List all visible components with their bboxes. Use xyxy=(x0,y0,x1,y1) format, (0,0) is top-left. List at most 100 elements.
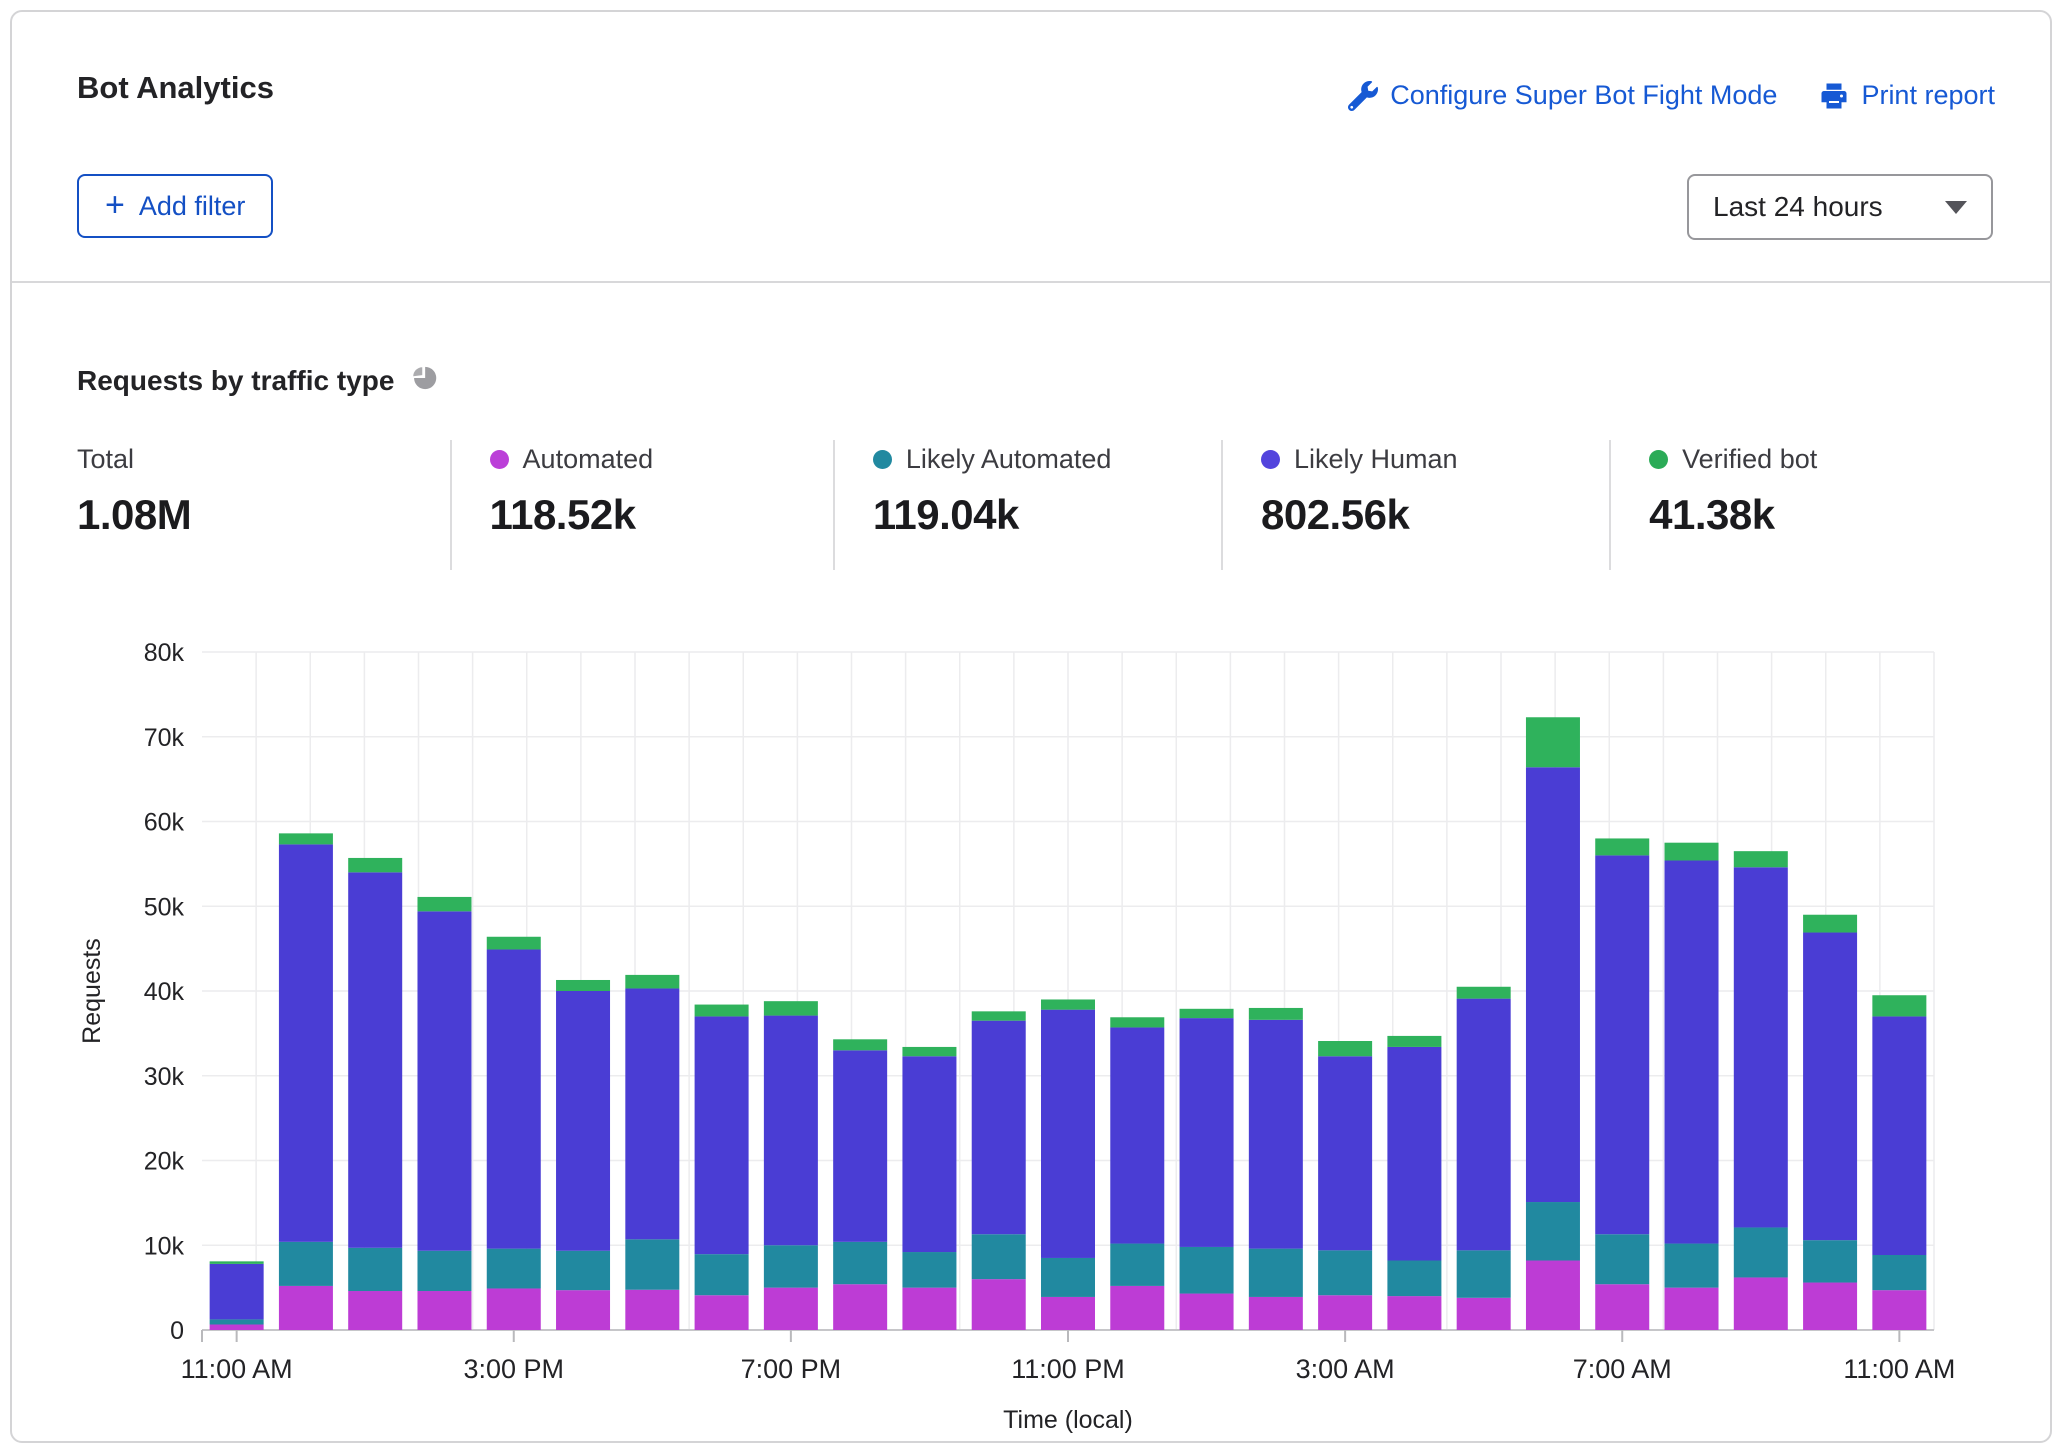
bar-3-00-am[interactable] xyxy=(1318,1041,1372,1330)
bar-11-00-pm[interactable] xyxy=(1041,999,1095,1330)
bar-segment-verified-bot[interactable] xyxy=(556,980,610,991)
bar-segment-likely-automated[interactable] xyxy=(1803,1240,1857,1282)
bar-segment-automated[interactable] xyxy=(1665,1288,1719,1330)
bar-9-00-am[interactable] xyxy=(1734,851,1788,1330)
stat-verified-bot[interactable]: Verified bot41.38k xyxy=(1609,440,2010,570)
bar-segment-verified-bot[interactable] xyxy=(417,897,471,911)
bar-segment-automated[interactable] xyxy=(1734,1277,1788,1330)
bar-segment-verified-bot[interactable] xyxy=(1387,1036,1441,1047)
bar-segment-verified-bot[interactable] xyxy=(1457,987,1511,999)
bar-segment-verified-bot[interactable] xyxy=(279,833,333,844)
bar-segment-automated[interactable] xyxy=(210,1324,264,1330)
bar-segment-likely-automated[interactable] xyxy=(348,1248,402,1291)
bar-segment-likely-automated[interactable] xyxy=(1318,1250,1372,1295)
bar-segment-automated[interactable] xyxy=(972,1279,1026,1330)
bar-segment-automated[interactable] xyxy=(695,1295,749,1330)
bar-segment-automated[interactable] xyxy=(1526,1261,1580,1330)
bar-segment-verified-bot[interactable] xyxy=(625,975,679,989)
bar-segment-likely-automated[interactable] xyxy=(279,1242,333,1286)
bar-segment-likely-automated[interactable] xyxy=(210,1319,264,1324)
bar-segment-automated[interactable] xyxy=(902,1288,956,1330)
bar-segment-likely-automated[interactable] xyxy=(1734,1227,1788,1277)
bar-segment-verified-bot[interactable] xyxy=(210,1261,264,1264)
bar-12-00-am[interactable] xyxy=(1110,1017,1164,1330)
bar-segment-likely-human[interactable] xyxy=(210,1264,264,1320)
bar-segment-automated[interactable] xyxy=(1387,1296,1441,1330)
bar-8-00-pm[interactable] xyxy=(833,1039,887,1330)
bar-segment-verified-bot[interactable] xyxy=(1318,1041,1372,1056)
bar-segment-likely-human[interactable] xyxy=(972,1021,1026,1235)
bar-segment-automated[interactable] xyxy=(625,1290,679,1330)
bar-segment-likely-automated[interactable] xyxy=(972,1234,1026,1279)
bar-segment-automated[interactable] xyxy=(764,1288,818,1330)
bar-2-00-pm[interactable] xyxy=(417,897,471,1330)
bar-segment-verified-bot[interactable] xyxy=(1665,843,1719,861)
bar-segment-likely-human[interactable] xyxy=(1041,1010,1095,1258)
print-report-link[interactable]: Print report xyxy=(1819,80,1995,111)
bar-segment-likely-human[interactable] xyxy=(1249,1020,1303,1249)
bar-segment-verified-bot[interactable] xyxy=(902,1047,956,1056)
bar-segment-likely-automated[interactable] xyxy=(1457,1250,1511,1297)
bar-segment-automated[interactable] xyxy=(556,1290,610,1330)
bar-segment-likely-automated[interactable] xyxy=(417,1251,471,1291)
bar-segment-likely-human[interactable] xyxy=(1872,1016,1926,1255)
add-filter-button[interactable]: + Add filter xyxy=(77,174,273,238)
bar-segment-likely-automated[interactable] xyxy=(1665,1244,1719,1288)
bar-segment-likely-automated[interactable] xyxy=(1872,1255,1926,1290)
time-range-dropdown[interactable]: Last 24 hours xyxy=(1687,174,1993,240)
bar-segment-automated[interactable] xyxy=(1249,1297,1303,1330)
bar-segment-verified-bot[interactable] xyxy=(1803,915,1857,933)
bar-segment-automated[interactable] xyxy=(417,1291,471,1330)
bar-segment-likely-human[interactable] xyxy=(1180,1018,1234,1247)
stat-likely-human[interactable]: Likely Human802.56k xyxy=(1221,440,1609,570)
bar-segment-likely-human[interactable] xyxy=(417,911,471,1250)
bar-segment-likely-automated[interactable] xyxy=(556,1251,610,1290)
stat-automated[interactable]: Automated118.52k xyxy=(450,440,833,570)
bar-segment-likely-automated[interactable] xyxy=(1595,1234,1649,1284)
bar-1-00-pm[interactable] xyxy=(348,858,402,1330)
bar-6-00-am[interactable] xyxy=(1526,717,1580,1330)
stat-likely-automated[interactable]: Likely Automated119.04k xyxy=(833,440,1221,570)
bar-1-00-am[interactable] xyxy=(1180,1009,1234,1330)
bar-segment-likely-human[interactable] xyxy=(556,991,610,1251)
bar-segment-likely-human[interactable] xyxy=(695,1016,749,1254)
bar-segment-verified-bot[interactable] xyxy=(1734,851,1788,867)
bar-segment-verified-bot[interactable] xyxy=(833,1039,887,1050)
bar-segment-verified-bot[interactable] xyxy=(487,937,541,950)
bar-3-00-pm[interactable] xyxy=(487,937,541,1330)
bar-segment-likely-human[interactable] xyxy=(1457,999,1511,1251)
bar-segment-likely-human[interactable] xyxy=(902,1056,956,1252)
bar-segment-likely-human[interactable] xyxy=(1110,1027,1164,1243)
bar-segment-verified-bot[interactable] xyxy=(1526,717,1580,767)
bar-4-00-pm[interactable] xyxy=(556,980,610,1330)
bar-12-00-pm[interactable] xyxy=(279,833,333,1330)
bar-10-00-am[interactable] xyxy=(1803,915,1857,1330)
bar-segment-likely-human[interactable] xyxy=(1387,1047,1441,1261)
bar-segment-automated[interactable] xyxy=(279,1286,333,1330)
bar-segment-likely-automated[interactable] xyxy=(487,1249,541,1289)
bar-segment-likely-human[interactable] xyxy=(1318,1056,1372,1250)
bar-segment-likely-human[interactable] xyxy=(279,844,333,1241)
bar-segment-verified-bot[interactable] xyxy=(1180,1009,1234,1018)
bar-segment-likely-automated[interactable] xyxy=(1041,1258,1095,1297)
bar-6-00-pm[interactable] xyxy=(695,1005,749,1330)
bar-segment-likely-human[interactable] xyxy=(1595,855,1649,1234)
bar-segment-automated[interactable] xyxy=(487,1288,541,1330)
bar-segment-likely-automated[interactable] xyxy=(764,1245,818,1287)
bar-2-00-am[interactable] xyxy=(1249,1008,1303,1330)
bar-segment-likely-human[interactable] xyxy=(833,1050,887,1242)
configure-super-bot-fight-mode-link[interactable]: Configure Super Bot Fight Mode xyxy=(1348,80,1777,111)
bar-segment-verified-bot[interactable] xyxy=(1249,1008,1303,1020)
bar-segment-likely-automated[interactable] xyxy=(695,1254,749,1295)
bar-segment-verified-bot[interactable] xyxy=(764,1001,818,1015)
bar-segment-automated[interactable] xyxy=(1595,1284,1649,1330)
bar-4-00-am[interactable] xyxy=(1387,1036,1441,1330)
bar-segment-likely-automated[interactable] xyxy=(902,1252,956,1288)
bar-segment-automated[interactable] xyxy=(348,1291,402,1330)
bar-segment-automated[interactable] xyxy=(1457,1298,1511,1330)
bar-segment-likely-human[interactable] xyxy=(764,1016,818,1246)
bar-segment-likely-human[interactable] xyxy=(487,949,541,1248)
bar-segment-likely-automated[interactable] xyxy=(833,1242,887,1284)
bar-segment-verified-bot[interactable] xyxy=(348,858,402,872)
bar-segment-automated[interactable] xyxy=(1872,1290,1926,1330)
